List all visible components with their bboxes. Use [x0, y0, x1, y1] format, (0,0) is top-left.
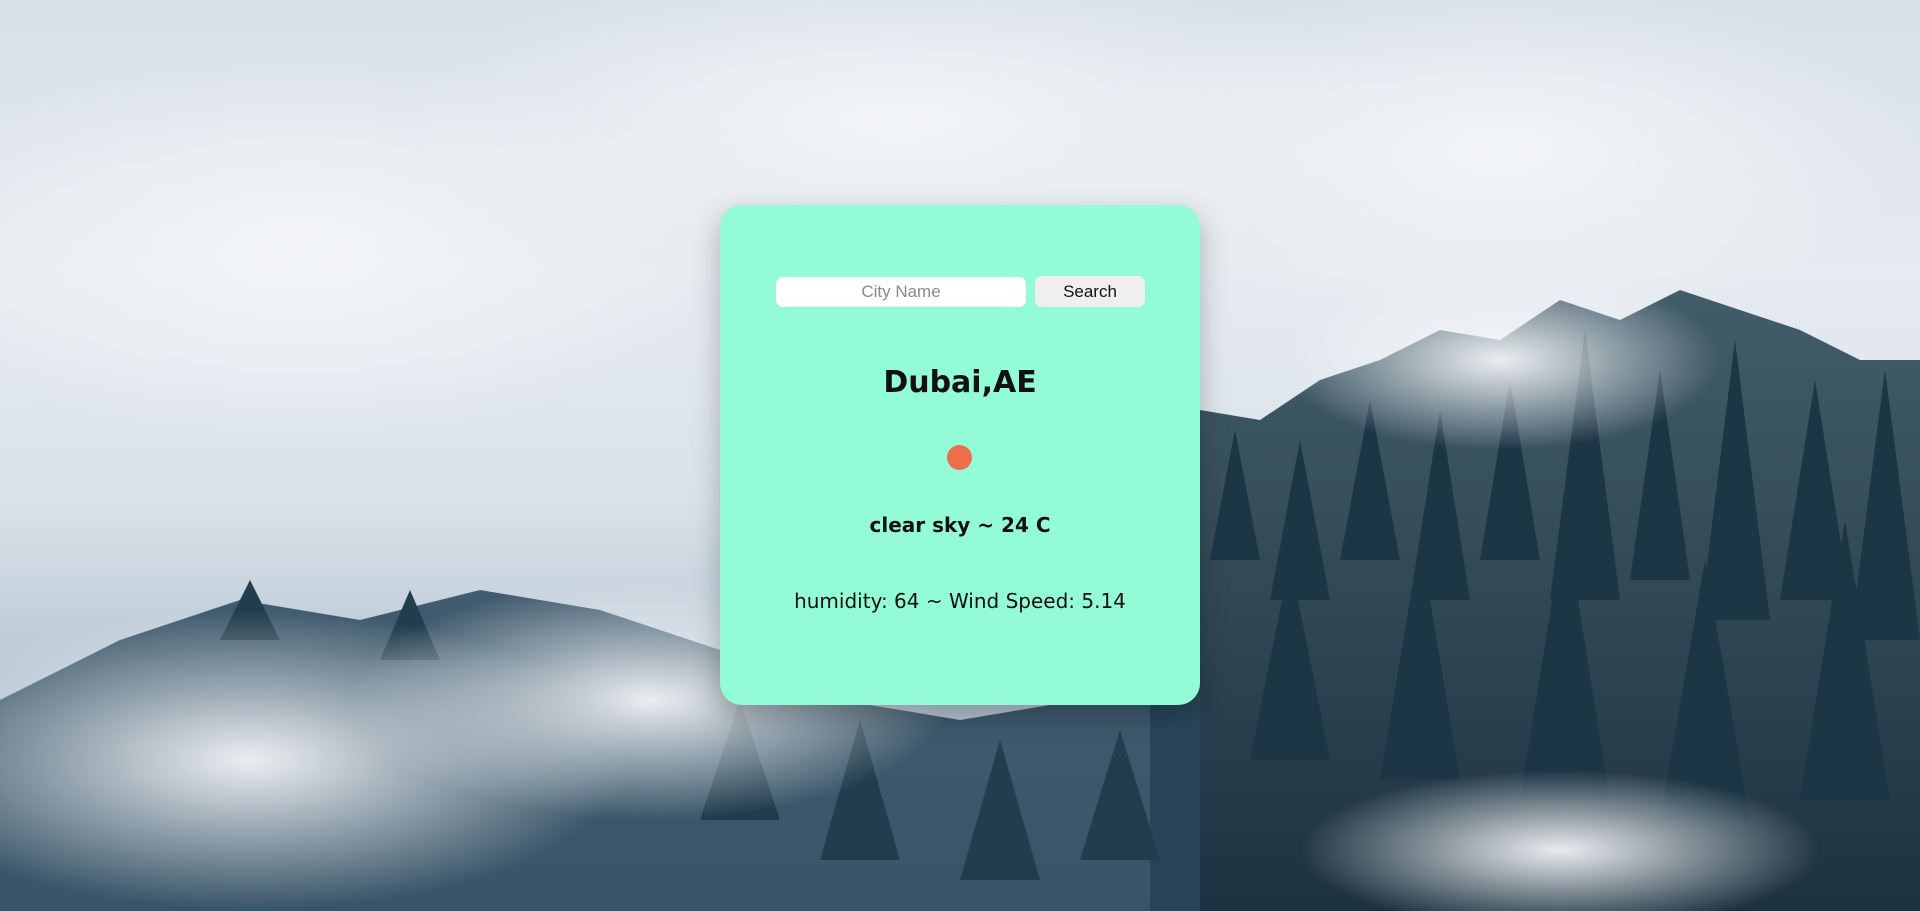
city-name: Dubai,AE: [883, 365, 1037, 400]
weather-details: humidity: 64 ~ Wind Speed: 5.14: [794, 589, 1126, 613]
clear-sky-sun-icon: [947, 445, 972, 470]
search-bar: Search: [776, 276, 1145, 307]
city-name-input[interactable]: [776, 276, 1026, 307]
search-button[interactable]: Search: [1035, 276, 1145, 307]
weather-card: Search Dubai,AE clear sky ~ 24 C humidit…: [720, 205, 1200, 705]
weather-description: clear sky ~ 24 C: [869, 513, 1051, 537]
